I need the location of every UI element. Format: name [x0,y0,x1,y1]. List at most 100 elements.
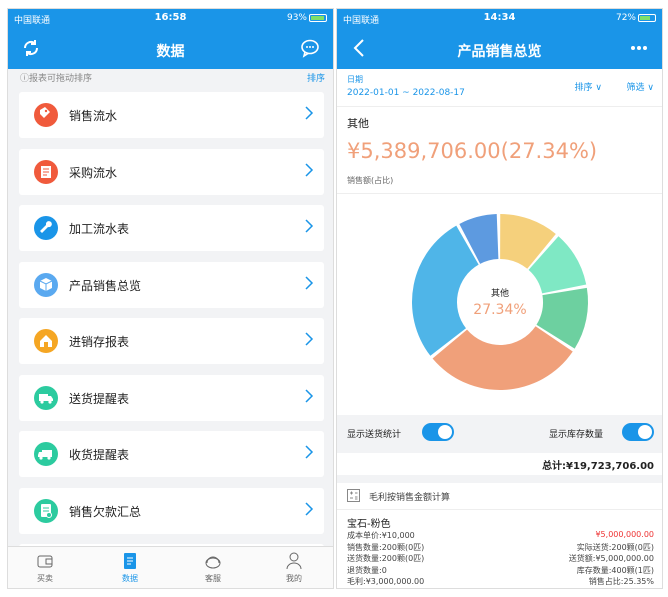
info-icon: ⓘ [20,74,30,84]
report-icon [124,553,136,569]
right-phone-screen: 中国联通 14:34 72% 产品销售总览 日期 2022-01-01 ~ 20… [336,8,663,589]
delivery-toggle[interactable] [422,423,454,441]
wallet-icon [37,555,53,568]
date-range[interactable]: 2022-01-01 ~ 2022-08-17 [347,88,465,98]
chevron-down-icon: ∨ [595,83,602,93]
menu-item-label: 进销存报表 [69,335,130,349]
tag-icon [34,103,58,127]
menu-item[interactable]: 销售流水 [19,92,324,138]
tab-label: 客服 [205,574,221,583]
detail-left-value: 毛利:¥3,000,000.00 [347,577,425,586]
menu-item[interactable]: 进销存报表 [19,318,324,364]
detail-right-value: 销售频次:1 [614,588,654,589]
tab-label: 我的 [286,574,302,583]
sort-label: 排序 [574,83,593,93]
menu-item-label: 产品销售总览 [69,278,142,293]
battery-icon [638,13,656,22]
page-title: 产品销售总览 [457,44,542,60]
chevron-down-icon: ∨ [647,83,654,93]
detail-left-value: 送货数量:200颗(0匹) [347,554,425,563]
menu-item[interactable]: 采购流水 [19,148,324,195]
detail-left-value: 销售数量:200颗(0匹) [347,542,425,552]
stock-toggle[interactable] [622,423,654,441]
product-detail-card[interactable]: 宝石-粉色 成本单价:¥10,000 ¥5,000,000.00 销售数量:200颗… [337,509,662,589]
sales-summary: 其他 ¥5,389,706.00(27.34%) 销售额(占比) [337,107,662,193]
tab-label: 数据 [122,574,138,583]
truck-icon [34,385,58,410]
detail-row: 毛利:¥3,000,000.00 销售占比:25.35% [347,576,654,587]
status-bar: 中国联通 14:34 72% [337,9,662,29]
menu-item-label: 销售欠款汇总 [69,504,142,519]
tab-bar: 买卖 数据 客服 我的 [8,546,333,588]
detail-left-value: 退货数量:0 [347,565,387,575]
detail-row: 销售数量:200颗(0匹) 实际送货:200颗(0匹) [347,542,654,553]
menu-item[interactable]: 加工流水表 [19,205,324,251]
menu-item-label: 收货提醒表 [69,448,130,462]
detail-right-value: 实际送货:200颗(0匹) [576,542,654,552]
status-bar: 中国联通 16:58 93% [8,9,333,29]
more-icon[interactable] [628,37,650,59]
status-time: 16:58 [154,12,187,23]
detail-right-value: ¥5,000,000.00 [595,530,654,539]
detail-right-value: 库存数量:400颗(1匹) [576,565,654,575]
truck-receive-icon [34,442,58,466]
stock-toggle-label: 显示库存数量 [549,430,604,440]
chat-icon[interactable] [299,37,321,59]
wrench-icon [34,216,58,240]
left-phone-screen: 中国联通 16:58 93% 数据 ⓘ报表可拖动排序 排序 销售流水 采购流水 加工… [7,8,334,589]
menu-item[interactable]: 收货提醒表 [19,431,324,477]
category-name: 其他 [347,117,369,130]
nav-bar: 数据 [8,29,333,69]
chevron-right-icon [305,106,314,120]
detail-row: 退货占比:0.00% 销售频次:1 [347,588,654,589]
tab-headset[interactable]: 客服 [193,551,233,584]
receipt-icon [34,498,58,523]
box-icon [34,272,58,297]
product-name: 宝石-粉色 [347,519,391,530]
chevron-right-icon [305,501,314,516]
donut-chart: 其他 27.34% [337,193,662,415]
sort-link[interactable]: 排序 [307,69,325,89]
tab-wallet[interactable]: 买卖 [25,551,65,584]
battery-icon [309,13,327,22]
menu-item-label: 加工流水表 [69,222,130,236]
detail-right-value: 销售占比:25.35% [588,577,654,586]
detail-left-value: 成本单价:¥10,000 [347,531,415,540]
page-title: 数据 [156,44,185,60]
detail-left-value: 退货占比:0.00% [347,588,407,589]
detail-right-value: 送货额:¥5,000,000.00 [568,554,654,563]
menu-item-label: 销售流水 [69,109,118,123]
chevron-right-icon [305,388,314,403]
chevron-right-icon [305,219,314,233]
chart-center-percent: 27.34% [473,302,526,318]
toggle-bar: 显示送货统计 显示库存数量 [337,415,662,453]
detail-row: 成本单价:¥10,000 ¥5,000,000.00 [347,530,654,541]
filter-dropdown[interactable]: 筛选 ∨ [627,80,654,93]
battery-percent: 93% [286,13,307,23]
filter-label: 筛选 [626,83,645,93]
tab-person[interactable]: 我的 [274,551,314,584]
menu-item-label: 送货提醒表 [69,391,130,406]
date-label: 日期 [347,75,363,84]
profit-note-text: 毛利按销售金额计算 [369,493,451,503]
sort-dropdown[interactable]: 排序 ∨ [575,80,602,93]
sales-amount-caption: 销售额(占比) [347,176,394,185]
battery-indicator: 72% [616,13,656,23]
delivery-toggle-label: 显示送货统计 [347,430,402,440]
chart-center-label: 其他 [491,287,509,299]
menu-item[interactable]: 销售欠款汇总 [19,487,324,534]
sales-amount: ¥5,389,706.00(27.34%) [347,139,598,163]
chevron-right-icon [305,162,314,177]
menu-item[interactable]: 产品销售总览 [19,261,324,308]
tab-label: 买卖 [37,574,53,583]
headset-icon [205,556,221,569]
grand-total-value: 总计:¥19,723,706.00 [542,461,654,472]
book-icon [34,159,58,184]
menu-item-label: 采购流水 [69,165,118,180]
menu-item[interactable]: 送货提醒表 [19,374,324,421]
tab-report[interactable]: 数据 [110,551,150,584]
chevron-right-icon [305,275,314,290]
person-icon [286,552,302,570]
status-time: 14:34 [483,12,516,23]
donut-chart-svg: 其他 27.34% [412,214,588,390]
